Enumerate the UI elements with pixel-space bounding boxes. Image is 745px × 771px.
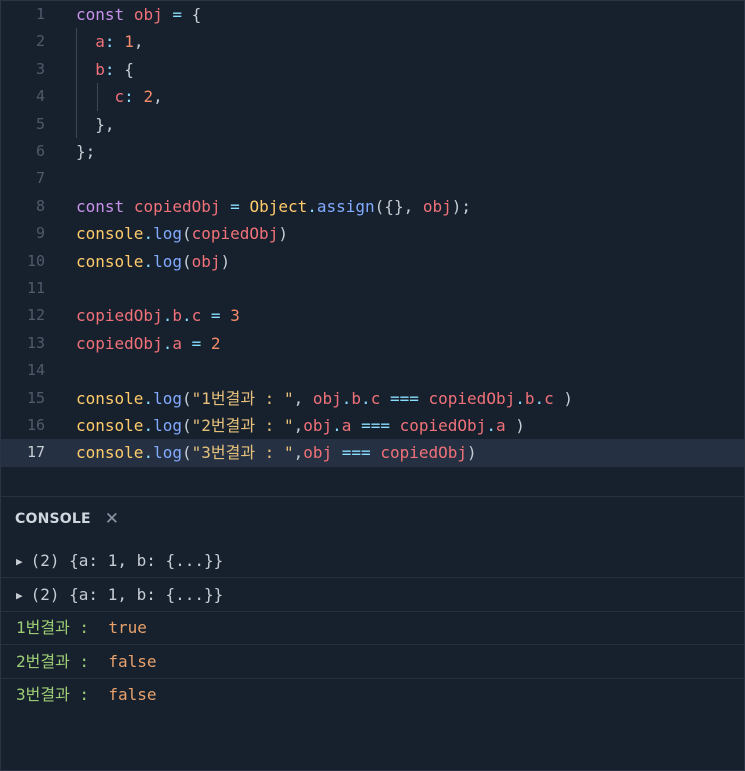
line-number: 15 [26, 388, 45, 407]
code-line[interactable]: 17 console.log("3번결과 : ",obj === copiedOb… [1, 439, 744, 467]
code-text: }; [76, 142, 96, 161]
code-text: console.log("2번결과 : ",obj.a === copiedOb… [76, 416, 525, 435]
line-number: 8 [35, 196, 45, 215]
close-icon[interactable]: ✕ [105, 509, 119, 529]
code-line[interactable]: 9 console.log(copiedObj) [1, 220, 744, 247]
code-text: copiedObj.b.c = 3 [76, 306, 240, 326]
code-line[interactable]: 8 const copiedObj = Object.assign({}, obj… [1, 193, 744, 220]
console-entry: 1번결과 : true [1, 611, 744, 646]
code-line[interactable]: 16 console.log("2번결과 : ",obj.a === copied… [1, 412, 744, 439]
line-number: 7 [35, 169, 45, 188]
code-line[interactable]: 12 copiedObj.b.c = 3 [1, 302, 744, 329]
line-number: 2 [35, 32, 45, 51]
line-number: 1 [35, 5, 45, 23]
line-number: 10 [26, 251, 45, 270]
code-line[interactable]: 3 b: { [1, 56, 744, 83]
console-entry: 3번결과 : false [1, 678, 744, 711]
triangle-right-icon[interactable]: ▶ [16, 579, 23, 612]
code-line[interactable]: 11 [1, 275, 744, 302]
line-number: 11 [26, 279, 45, 297]
line-number: 12 [26, 306, 45, 325]
console-entry[interactable]: ▶ (2) {a: 1, b: {...}} [1, 544, 744, 578]
code-line[interactable]: 1 const obj = { [1, 1, 744, 28]
code-text: console.log(copiedObj) [76, 224, 288, 244]
code-text: }, [95, 114, 115, 134]
console-entry: 2번결과 : false [1, 645, 744, 679]
console-header: CONSOLE ✕ [15, 508, 119, 530]
console-entry[interactable]: ▶ (2) {a: 1, b: {...}} [1, 578, 744, 612]
code-line[interactable]: 6}; [1, 138, 744, 165]
line-number: 16 [26, 416, 45, 434]
line-number: 3 [35, 59, 45, 78]
log-value: false [108, 651, 157, 671]
code-text: copiedObj.a = 2 [76, 333, 221, 353]
code-editor[interactable]: 1 const obj = {2 a: 1, 3 b: {4 c: 2, 5 }, 6}… [1, 1, 744, 496]
object-preview: (2) {a: 1, b: {...}} [30, 584, 224, 604]
triangle-right-icon[interactable]: ▶ [16, 545, 23, 578]
line-number: 13 [26, 333, 45, 352]
code-line[interactable]: 2 a: 1, [1, 28, 744, 55]
indent-guide [97, 83, 98, 111]
line-number: 17 [26, 443, 45, 462]
code-text: c: 2, [114, 87, 163, 107]
console-title: CONSOLE [15, 511, 91, 527]
code-text: console.log("1번결과 : ", obj.b.c === copie… [76, 388, 574, 408]
line-number: 4 [35, 87, 45, 106]
code-text: console.log(obj) [76, 251, 231, 271]
log-label: 1번결과 : [16, 618, 90, 638]
log-value: true [108, 618, 147, 638]
code-text: const obj = { [76, 5, 202, 24]
code-line[interactable]: 15 console.log("1번결과 : ", obj.b.c === cop… [1, 385, 744, 412]
line-number: 5 [35, 114, 45, 133]
panel-divider [1, 496, 744, 497]
object-preview: (2) {a: 1, b: {...}} [30, 551, 224, 570]
code-text: a: 1, [95, 32, 144, 52]
log-label: 3번결과 : [16, 685, 90, 705]
code-line[interactable]: 14 [1, 357, 744, 384]
code-line[interactable]: 7 [1, 165, 744, 192]
code-text: b: { [95, 59, 134, 79]
code-line[interactable]: 13 copiedObj.a = 2 [1, 330, 744, 357]
log-label: 2번결과 : [16, 651, 90, 671]
code-line[interactable]: 4 c: 2, [1, 83, 744, 110]
line-number: 14 [26, 361, 45, 380]
code-text: const copiedObj = Object.assign({}, obj)… [76, 196, 472, 216]
playground-window: 1 const obj = {2 a: 1, 3 b: {4 c: 2, 5 }, 6}… [0, 0, 745, 771]
line-number: 6 [35, 142, 45, 160]
log-value: false [108, 685, 157, 705]
indent-guide [76, 28, 77, 138]
line-number: 9 [35, 224, 45, 243]
code-line[interactable]: 10 console.log(obj) [1, 248, 744, 275]
code-line[interactable]: 5 }, [1, 111, 744, 138]
code-text: console.log("3번결과 : ",obj === copiedObj) [76, 443, 477, 463]
